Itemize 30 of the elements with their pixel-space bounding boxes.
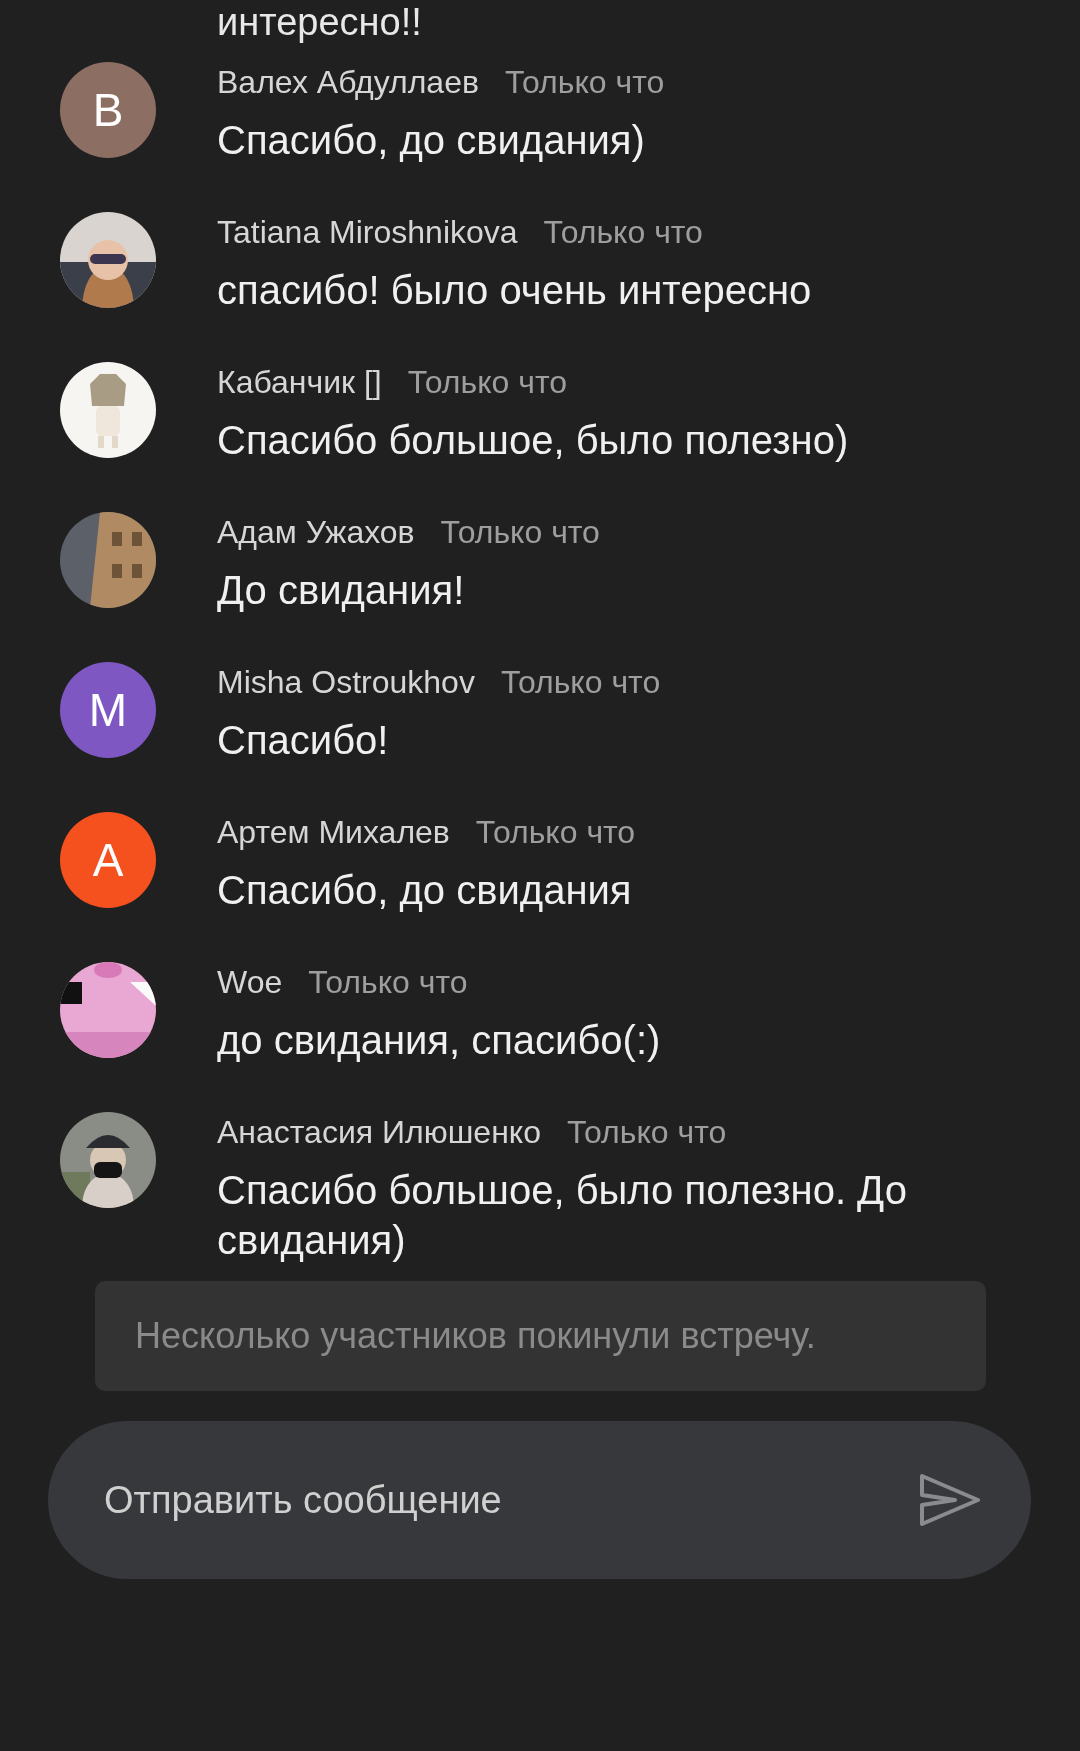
timestamp: Только что: [566, 1114, 727, 1151]
author-name: Артем Михалев: [217, 814, 450, 851]
author-name: Tatiana Miroshnikova: [217, 214, 518, 251]
message-text: Спасибо, до свидания: [217, 867, 633, 914]
timestamp: Только что: [475, 814, 636, 851]
author-name: Адам Ужахов: [217, 514, 415, 551]
timestamp: Только что: [500, 664, 661, 701]
timestamp: Только что: [440, 514, 600, 551]
timestamp: Только что: [504, 64, 665, 101]
author-name: Woe: [217, 964, 283, 1001]
avatar: А: [60, 812, 156, 908]
message-text: До свидания!: [217, 567, 466, 614]
author-name: Misha Ostroukhov: [217, 664, 475, 701]
author-name: Валех Абдуллаев: [217, 64, 479, 101]
avatar: M: [60, 662, 156, 758]
message-input[interactable]: Отправить сообщение: [102, 1477, 919, 1523]
toast-text: Несколько участников покинули встречу.: [135, 1315, 816, 1357]
message-text: спасибо! было очень интересно: [217, 267, 813, 314]
avatar: В: [60, 62, 156, 158]
message-text: Спасибо, до свидания): [217, 117, 646, 164]
message-text: интересно!!: [217, 0, 423, 44]
message-text: Спасибо большое, было полезно. До свидания): [217, 1167, 908, 1264]
author-name: Анастасия Илюшенко: [217, 1114, 541, 1151]
message-text: Спасибо!: [217, 717, 390, 764]
timestamp: Только что: [308, 964, 468, 1001]
message-text: Спасибо большое, было полезно): [217, 417, 850, 464]
message-text: до свидания, спасибо(:): [217, 1017, 662, 1064]
timestamp: Только что: [543, 214, 703, 251]
timestamp: Только что: [407, 364, 567, 401]
author-name: Кабанчик []: [217, 364, 382, 401]
